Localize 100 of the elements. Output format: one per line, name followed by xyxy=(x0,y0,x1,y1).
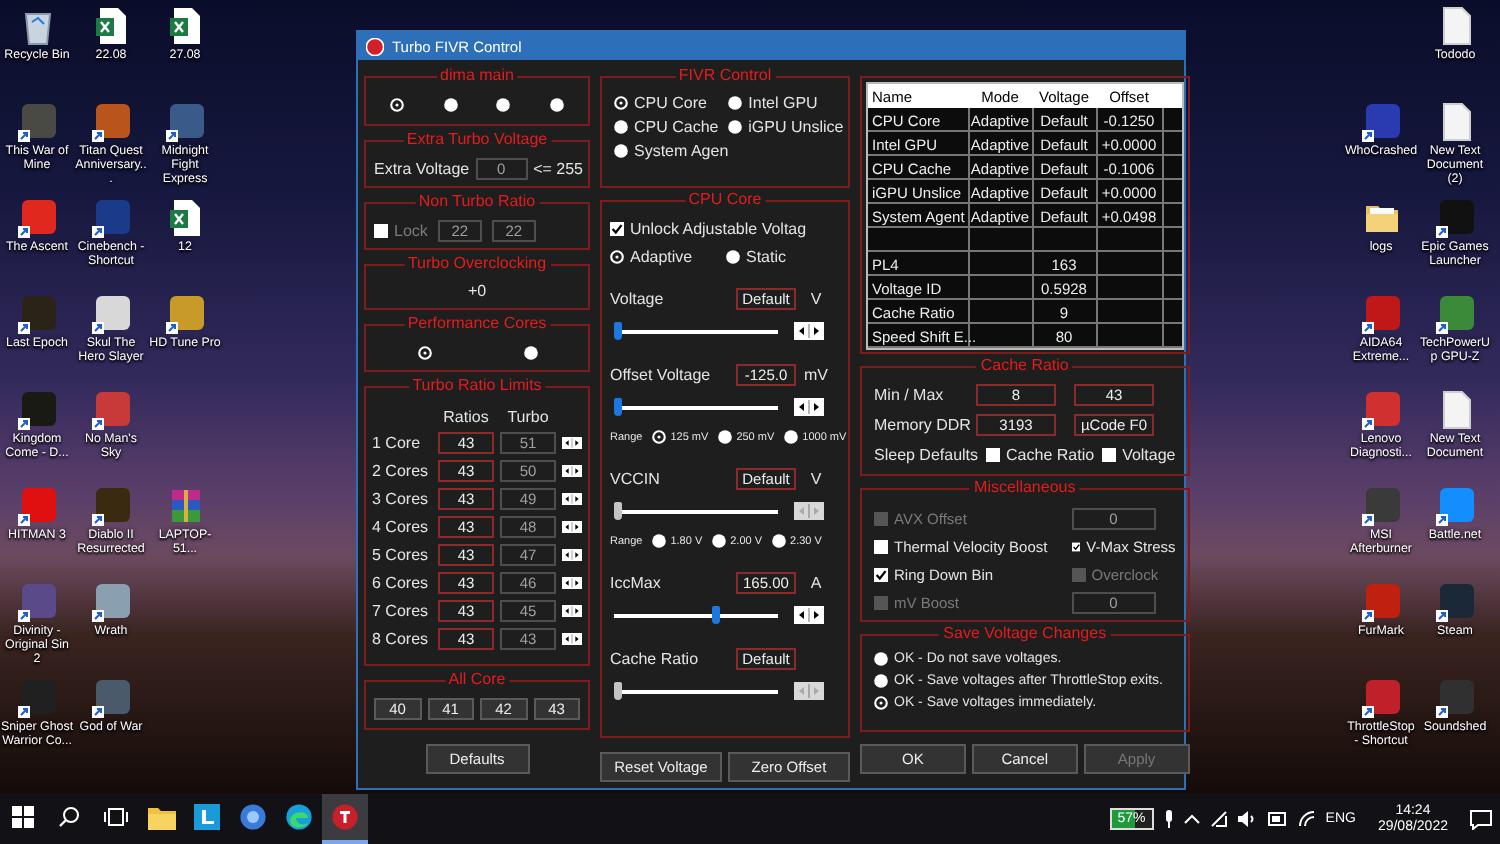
app-shortcut-icon[interactable] xyxy=(17,198,57,238)
app-shortcut-icon[interactable] xyxy=(17,486,57,526)
spin-arrows[interactable] xyxy=(562,462,582,480)
app-shortcut-icon[interactable] xyxy=(165,102,205,142)
app-shortcut-icon[interactable] xyxy=(1435,198,1475,238)
unit-label: V xyxy=(808,470,824,488)
setting-label: Cache Ratio xyxy=(610,650,701,668)
radio-button[interactable] xyxy=(874,652,888,666)
app-shortcut-icon[interactable] xyxy=(91,582,131,622)
spin-arrows[interactable] xyxy=(562,574,582,592)
app-shortcut-icon[interactable] xyxy=(91,390,131,430)
checkbox[interactable] xyxy=(874,540,888,554)
checkbox[interactable] xyxy=(610,222,624,236)
spin-arrows[interactable] xyxy=(794,322,824,340)
app-shortcut-icon[interactable] xyxy=(91,102,131,142)
radio-button[interactable] xyxy=(614,144,628,158)
spreadsheet-file-icon[interactable] xyxy=(165,198,205,238)
app-shortcut-icon[interactable] xyxy=(17,678,57,718)
radio-button[interactable] xyxy=(652,430,667,444)
app-shortcut-icon[interactable] xyxy=(1361,582,1401,622)
row-label: 3 Cores xyxy=(372,490,431,508)
taskbar-button[interactable] xyxy=(322,794,368,844)
radio-button[interactable] xyxy=(728,96,743,110)
app-shortcut-icon[interactable] xyxy=(1435,294,1475,334)
spreadsheet-file-icon[interactable] xyxy=(91,6,131,46)
app-shortcut-icon[interactable] xyxy=(1435,486,1475,526)
value-text: +0 xyxy=(467,282,487,300)
checkbox[interactable] xyxy=(874,568,888,582)
checkbox[interactable] xyxy=(1071,540,1081,554)
network-icon[interactable] xyxy=(1209,810,1228,828)
radio-button[interactable] xyxy=(610,250,624,264)
radio-button[interactable] xyxy=(874,674,888,688)
radio-label: Adaptive xyxy=(630,248,693,266)
radio-button[interactable] xyxy=(726,250,740,264)
spin-arrows[interactable] xyxy=(794,606,824,624)
radio-button[interactable] xyxy=(417,345,431,359)
radio-button[interactable] xyxy=(549,98,564,112)
group-title: Extra Turbo Voltage xyxy=(402,130,552,150)
checkbox[interactable] xyxy=(986,448,1001,462)
group-title: Cache Ratio xyxy=(976,356,1073,376)
spin-arrows[interactable] xyxy=(562,630,582,648)
spin-arrows[interactable] xyxy=(562,434,582,452)
app-shortcut-icon[interactable] xyxy=(91,678,131,718)
app-shortcut-icon[interactable] xyxy=(1361,102,1401,142)
spin-arrows[interactable] xyxy=(794,398,824,416)
radio-button[interactable] xyxy=(523,345,537,359)
app-shortcut-icon[interactable] xyxy=(1361,486,1401,526)
app-shortcut-icon[interactable] xyxy=(17,294,57,334)
group-title: Performance Cores xyxy=(403,314,551,334)
app-shortcut-icon[interactable] xyxy=(91,294,131,334)
app-shortcut-icon[interactable] xyxy=(1361,294,1401,334)
spin-arrows[interactable] xyxy=(562,518,582,536)
unit-label: mV xyxy=(802,366,830,384)
slider-thumb[interactable] xyxy=(711,606,720,624)
row-label: 6 Cores xyxy=(372,574,431,592)
app-shortcut-icon[interactable] xyxy=(17,102,57,142)
radio-button[interactable] xyxy=(718,430,733,444)
battery-icon[interactable] xyxy=(1267,812,1288,826)
radio-button[interactable] xyxy=(874,696,888,710)
setting-label: Offset Voltage xyxy=(610,366,713,384)
spreadsheet-file-icon[interactable] xyxy=(165,6,205,46)
spin-arrows[interactable] xyxy=(562,602,582,620)
radio-button[interactable] xyxy=(496,98,511,112)
app-shortcut-icon[interactable] xyxy=(17,390,57,430)
app-shortcut-icon[interactable] xyxy=(1361,390,1401,430)
checkbox[interactable] xyxy=(1102,448,1117,462)
app-shortcut-icon[interactable] xyxy=(1361,678,1401,718)
radio-label: System Agen xyxy=(634,142,729,160)
row-label: 5 Cores xyxy=(372,546,431,564)
app-shortcut-icon[interactable] xyxy=(1435,678,1475,718)
radio-label: iGPU Unslice xyxy=(748,118,844,136)
slider-thumb[interactable] xyxy=(614,398,623,416)
radio-button[interactable] xyxy=(443,98,458,112)
radio-button[interactable] xyxy=(728,120,743,134)
chevron-up-icon[interactable] xyxy=(1183,814,1200,824)
row-label: 8 Cores xyxy=(372,630,431,648)
app-shortcut-icon[interactable] xyxy=(17,582,57,622)
checkbox-label: Lock xyxy=(394,221,428,239)
slider-thumb[interactable] xyxy=(614,322,623,340)
radio-button[interactable] xyxy=(784,430,799,444)
row-label: 4 Cores xyxy=(372,518,431,536)
app-shortcut-icon[interactable] xyxy=(91,198,131,238)
app-shortcut-icon[interactable] xyxy=(1435,582,1475,622)
notification-icon[interactable] xyxy=(1470,809,1492,829)
group-title: FIVR Control xyxy=(674,66,776,86)
spin-arrows[interactable] xyxy=(562,546,582,564)
group-title: Save Voltage Changes xyxy=(939,624,1111,644)
radio-button[interactable] xyxy=(614,120,628,134)
setting-label: VCCIN xyxy=(610,470,662,488)
app-shortcut-icon[interactable] xyxy=(91,486,131,526)
spin-arrows[interactable] xyxy=(562,490,582,508)
volume-icon[interactable] xyxy=(1237,810,1258,828)
microphone-icon[interactable] xyxy=(1163,810,1174,828)
radio-button[interactable] xyxy=(390,98,405,112)
radio-label: Intel GPU xyxy=(748,94,818,112)
app-shortcut-icon[interactable] xyxy=(165,294,205,334)
wifi-icon[interactable] xyxy=(1297,810,1316,828)
radio-button[interactable] xyxy=(614,96,628,110)
task-view-icon xyxy=(103,806,127,828)
column-header: Ratios xyxy=(441,407,491,425)
